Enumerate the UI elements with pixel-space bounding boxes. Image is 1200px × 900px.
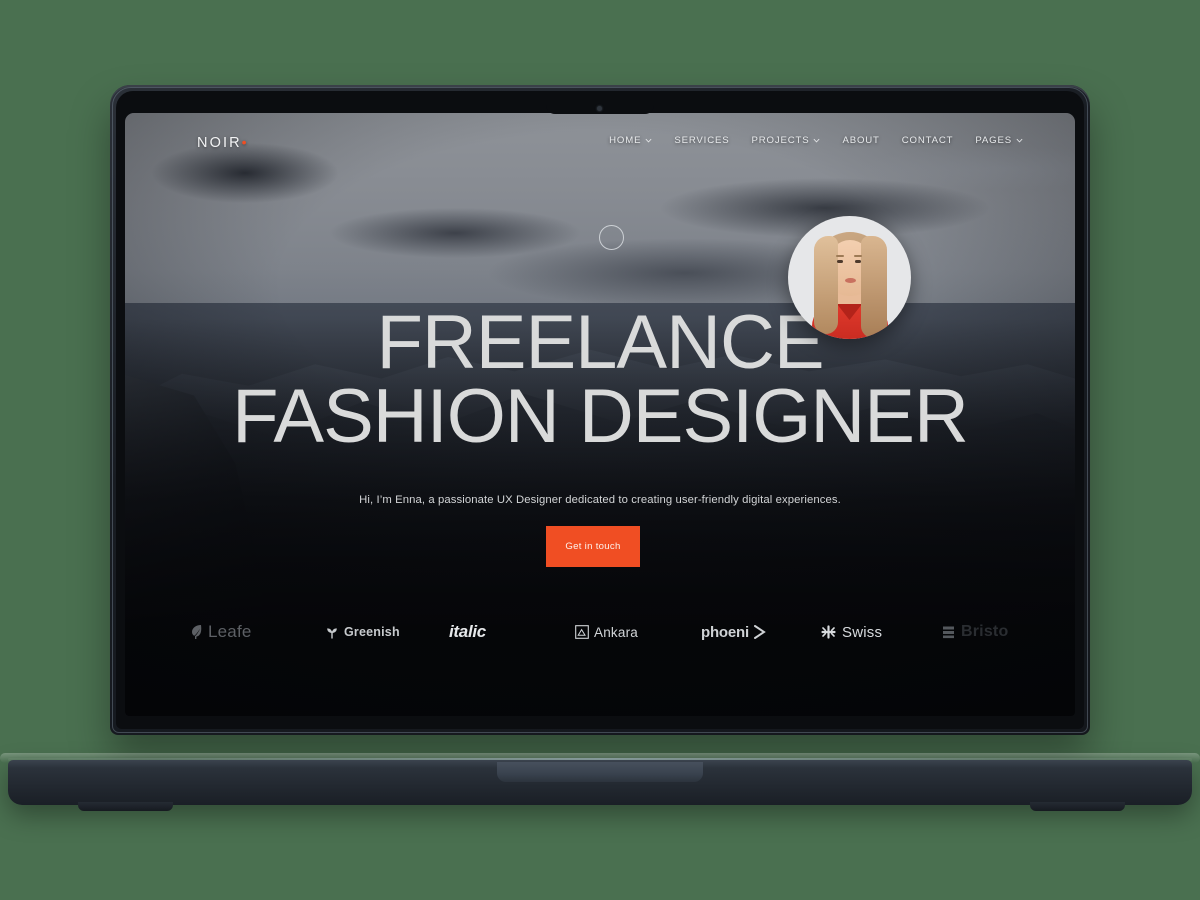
nav-item-contact[interactable]: CONTACT — [902, 135, 954, 146]
avatar-eye-right — [855, 260, 861, 263]
hero-subtitle: Hi, I’m Enna, a passionate UX Designer d… — [359, 494, 841, 506]
client-logo-label: Bristo — [961, 623, 1009, 640]
chevron-down-icon — [814, 138, 820, 143]
laptop-mockup: NOIR• HOME SERVICES PROJECTS ABOUT CONTA… — [0, 0, 1200, 900]
avatar-brow-left — [836, 255, 844, 257]
avatar-hair-left — [814, 236, 838, 334]
chevron-down-icon — [645, 138, 652, 143]
leaf-icon — [192, 625, 202, 639]
client-logo-ankara[interactable]: Ankara — [575, 608, 638, 656]
nav-item-label: CONTACT — [901, 135, 954, 146]
laptop-base-notch — [497, 762, 703, 782]
site-logo-text: NOIR — [197, 135, 242, 151]
laptop-foot-right — [1030, 802, 1125, 811]
client-logo-label: italic — [449, 622, 486, 641]
client-logo-bristol[interactable]: Bristo — [943, 608, 1008, 656]
nav-item-label: PAGES — [975, 135, 1012, 146]
client-logo-swiss[interactable]: Swiss — [820, 608, 882, 656]
webcam-icon — [597, 106, 602, 111]
website-viewport: NOIR• HOME SERVICES PROJECTS ABOUT CONTA… — [125, 113, 1075, 716]
nav-item-pages[interactable]: PAGES — [975, 135, 1023, 146]
decorative-circle-outline — [599, 225, 624, 250]
chevron-down-icon — [1016, 138, 1023, 143]
avatar-eye-left — [837, 260, 843, 263]
mountain-square-icon — [575, 625, 589, 639]
nav-item-about[interactable]: ABOUT — [842, 135, 879, 146]
hero-headline-line2: FASHION DESIGNER — [232, 374, 969, 459]
nav-item-projects[interactable]: PROJECTS — [751, 135, 820, 146]
nav-item-label: PROJECTS — [751, 135, 810, 146]
client-logo-italic[interactable]: italic — [449, 608, 486, 656]
hero-headline-line1: FREELANCE — [376, 300, 824, 385]
site-logo[interactable]: NOIR• — [197, 134, 249, 151]
client-logo-strip: Leafe Greenish italic Ankara phoeni Swis… — [125, 608, 1075, 656]
nav-menu: HOME SERVICES PROJECTS ABOUT CONTACT PAG… — [609, 135, 1023, 146]
client-logo-phoenix[interactable]: phoeni — [701, 608, 766, 656]
nav-item-label: HOME — [609, 135, 642, 146]
laptop-screen: NOIR• HOME SERVICES PROJECTS ABOUT CONTA… — [125, 113, 1075, 716]
client-logo-greenish[interactable]: Greenish — [325, 608, 400, 656]
screenshot-stage: NOIR• HOME SERVICES PROJECTS ABOUT CONTA… — [0, 0, 1200, 900]
cross-icon — [821, 625, 836, 639]
nav-item-services[interactable]: SERVICES — [674, 135, 729, 146]
site-logo-dot: • — [241, 134, 249, 150]
nav-item-label: SERVICES — [674, 135, 730, 146]
arrow-x-icon — [753, 625, 766, 639]
get-in-touch-button[interactable]: Get in touch — [546, 526, 640, 567]
site-navbar: NOIR• HOME SERVICES PROJECTS ABOUT CONTA… — [125, 113, 1075, 175]
client-logo-label: Ankara — [594, 624, 638, 640]
nav-item-label: ABOUT — [842, 135, 880, 146]
laptop-foot-left — [78, 802, 173, 811]
avatar — [788, 216, 911, 339]
client-logo-leafe[interactable]: Leafe — [190, 608, 252, 656]
nav-item-home[interactable]: HOME — [609, 135, 652, 146]
client-logo-label: Leafe — [208, 622, 252, 641]
avatar-lips — [845, 278, 856, 283]
bars-icon — [943, 626, 954, 639]
avatar-hair-right — [861, 236, 887, 338]
avatar-brow-right — [854, 255, 862, 257]
client-logo-label: Swiss — [842, 623, 883, 641]
client-logo-label: Greenish — [344, 625, 400, 639]
sprout-icon — [327, 628, 337, 639]
client-logo-label: phoeni — [701, 623, 749, 641]
